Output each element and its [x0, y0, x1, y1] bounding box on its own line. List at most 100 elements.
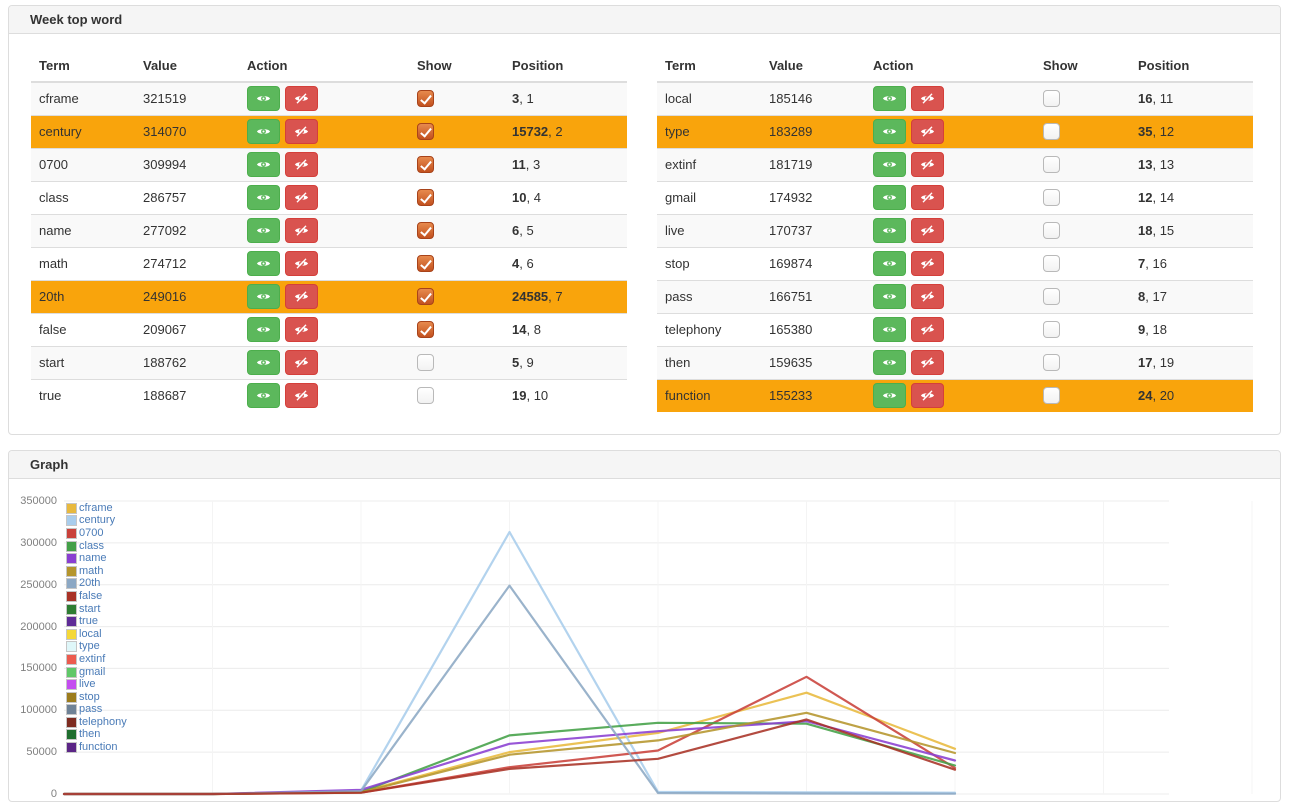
show-series-button[interactable]: [873, 284, 906, 309]
table-row-live[interactable]: live17073718, 15: [657, 214, 1253, 247]
hide-series-button[interactable]: [911, 152, 944, 177]
show-series-button[interactable]: [873, 152, 906, 177]
show-checkbox[interactable]: [417, 90, 434, 107]
show-series-button[interactable]: [873, 218, 906, 243]
show-series-button[interactable]: [247, 119, 280, 144]
show-checkbox[interactable]: [417, 255, 434, 272]
show-checkbox[interactable]: [1043, 189, 1060, 206]
hide-series-button[interactable]: [285, 152, 318, 177]
legend-item-then[interactable]: then: [66, 729, 127, 742]
show-checkbox[interactable]: [417, 189, 434, 206]
show-series-button[interactable]: [247, 86, 280, 111]
show-series-button[interactable]: [247, 317, 280, 342]
table-row-function[interactable]: function15523324, 20: [657, 379, 1253, 412]
show-checkbox[interactable]: [1043, 354, 1060, 371]
hide-series-button[interactable]: [911, 350, 944, 375]
show-checkbox[interactable]: [417, 321, 434, 338]
show-checkbox[interactable]: [417, 156, 434, 173]
show-checkbox[interactable]: [417, 288, 434, 305]
show-series-button[interactable]: [873, 86, 906, 111]
hide-series-button[interactable]: [285, 383, 318, 408]
legend-item-start[interactable]: start: [66, 603, 127, 616]
hide-series-button[interactable]: [911, 86, 944, 111]
table-row-20th[interactable]: 20th24901624585, 7: [31, 280, 627, 313]
show-series-button[interactable]: [247, 284, 280, 309]
legend-item-pass[interactable]: pass: [66, 704, 127, 717]
show-series-button[interactable]: [247, 152, 280, 177]
legend-item-telephony[interactable]: telephony: [66, 716, 127, 729]
hide-series-button[interactable]: [285, 119, 318, 144]
table-row-math[interactable]: math2747124, 6: [31, 247, 627, 280]
hide-series-button[interactable]: [285, 251, 318, 276]
hide-series-button[interactable]: [285, 284, 318, 309]
hide-series-button[interactable]: [285, 317, 318, 342]
hide-series-button[interactable]: [911, 218, 944, 243]
show-checkbox[interactable]: [1043, 288, 1060, 305]
legend-item-cframe[interactable]: cframe: [66, 502, 127, 515]
show-series-button[interactable]: [247, 251, 280, 276]
hide-series-button[interactable]: [911, 119, 944, 144]
table-row-then[interactable]: then15963517, 19: [657, 346, 1253, 379]
hide-series-button[interactable]: [911, 185, 944, 210]
show-checkbox[interactable]: [1043, 90, 1060, 107]
hide-series-button[interactable]: [285, 185, 318, 210]
legend-item-stop[interactable]: stop: [66, 691, 127, 704]
table-row-0700[interactable]: 070030999411, 3: [31, 148, 627, 181]
show-checkbox[interactable]: [1043, 123, 1060, 140]
legend-item-type[interactable]: type: [66, 641, 127, 654]
legend-item-true[interactable]: true: [66, 615, 127, 628]
table-row-pass[interactable]: pass1667518, 17: [657, 280, 1253, 313]
legend-item-name[interactable]: name: [66, 552, 127, 565]
table-row-class[interactable]: class28675710, 4: [31, 181, 627, 214]
show-checkbox[interactable]: [1043, 387, 1060, 404]
hide-series-button[interactable]: [285, 218, 318, 243]
legend-item-false[interactable]: false: [66, 590, 127, 603]
table-row-cframe[interactable]: cframe3215193, 1: [31, 82, 627, 115]
show-series-button[interactable]: [247, 185, 280, 210]
legend-item-class[interactable]: class: [66, 540, 127, 553]
hide-series-button[interactable]: [911, 383, 944, 408]
table-row-telephony[interactable]: telephony1653809, 18: [657, 313, 1253, 346]
show-series-button[interactable]: [873, 383, 906, 408]
hide-series-button[interactable]: [285, 350, 318, 375]
legend-item-extinf[interactable]: extinf: [66, 653, 127, 666]
show-series-button[interactable]: [247, 350, 280, 375]
legend-item-math[interactable]: math: [66, 565, 127, 578]
table-row-extinf[interactable]: extinf18171913, 13: [657, 148, 1253, 181]
table-row-start[interactable]: start1887625, 9: [31, 346, 627, 379]
show-series-button[interactable]: [873, 350, 906, 375]
table-row-type[interactable]: type18328935, 12: [657, 115, 1253, 148]
legend-item-20th[interactable]: 20th: [66, 578, 127, 591]
show-series-button[interactable]: [873, 251, 906, 276]
hide-series-button[interactable]: [911, 317, 944, 342]
legend-item-live[interactable]: live: [66, 678, 127, 691]
table-row-local[interactable]: local18514616, 11: [657, 82, 1253, 115]
show-series-button[interactable]: [873, 185, 906, 210]
show-checkbox[interactable]: [417, 222, 434, 239]
show-series-button[interactable]: [247, 218, 280, 243]
legend-item-century[interactable]: century: [66, 515, 127, 528]
legend-item-0700[interactable]: 0700: [66, 527, 127, 540]
show-checkbox[interactable]: [1043, 222, 1060, 239]
table-row-stop[interactable]: stop1698747, 16: [657, 247, 1253, 280]
hide-series-button[interactable]: [911, 284, 944, 309]
show-checkbox[interactable]: [417, 387, 434, 404]
show-checkbox[interactable]: [417, 354, 434, 371]
show-series-button[interactable]: [873, 317, 906, 342]
show-series-button[interactable]: [247, 383, 280, 408]
show-checkbox[interactable]: [417, 123, 434, 140]
table-row-true[interactable]: true18868719, 10: [31, 379, 627, 412]
show-checkbox[interactable]: [1043, 255, 1060, 272]
table-row-gmail[interactable]: gmail17493212, 14: [657, 181, 1253, 214]
show-series-button[interactable]: [873, 119, 906, 144]
legend-item-local[interactable]: local: [66, 628, 127, 641]
show-checkbox[interactable]: [1043, 321, 1060, 338]
table-row-name[interactable]: name2770926, 5: [31, 214, 627, 247]
legend-item-function[interactable]: function: [66, 741, 127, 754]
legend-item-gmail[interactable]: gmail: [66, 666, 127, 679]
table-row-false[interactable]: false20906714, 8: [31, 313, 627, 346]
table-row-century[interactable]: century31407015732, 2: [31, 115, 627, 148]
show-checkbox[interactable]: [1043, 156, 1060, 173]
hide-series-button[interactable]: [285, 86, 318, 111]
hide-series-button[interactable]: [911, 251, 944, 276]
